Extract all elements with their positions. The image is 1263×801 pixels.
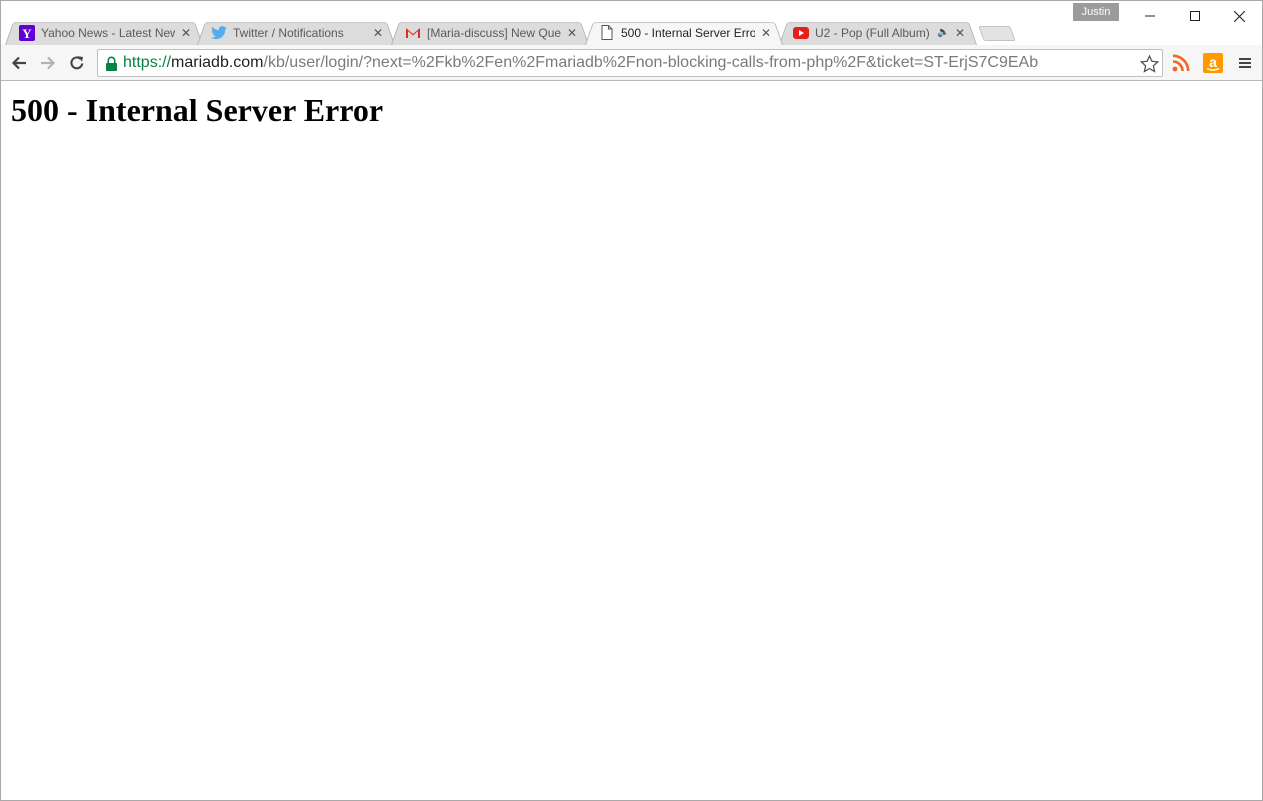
title-bar: Y Yahoo News - Latest News ✕ Twitter / N…	[1, 1, 1262, 45]
tab-title: 500 - Internal Server Error	[621, 25, 755, 40]
yahoo-icon: Y	[19, 24, 35, 41]
minimize-icon	[1144, 15, 1155, 17]
browser-toolbar: https://mariadb.com/kb/user/login/?next=…	[1, 45, 1262, 81]
bookmark-star-icon[interactable]	[1138, 53, 1160, 75]
browser-window: Y Yahoo News - Latest News ✕ Twitter / N…	[0, 0, 1263, 801]
gmail-icon	[405, 25, 421, 41]
url-text[interactable]: https://mariadb.com/kb/user/login/?next=…	[123, 54, 1038, 72]
svg-text:a: a	[1209, 54, 1217, 70]
page-content: 500 - Internal Server Error	[2, 82, 1261, 800]
lock-icon[interactable]	[105, 56, 119, 72]
tab-title: Yahoo News - Latest News	[41, 25, 175, 40]
url-path: /kb/user/login/?next=%2Fkb%2Fen%2Fmariad…	[263, 54, 1039, 71]
close-tab-icon[interactable]: ✕	[371, 26, 385, 40]
reload-button[interactable]	[65, 50, 89, 76]
close-tab-icon[interactable]: ✕	[953, 26, 967, 40]
rss-extension-icon[interactable]	[1170, 52, 1192, 74]
window-controls	[1127, 1, 1262, 31]
page-title: 500 - Internal Server Error	[11, 92, 384, 128]
tab-u2-pop[interactable]: U2 - Pop (Full Album) - 🔈 ✕	[779, 20, 977, 45]
tab-strip: Y Yahoo News - Latest News ✕ Twitter / N…	[5, 20, 1045, 45]
speaker-icon: 🔈	[937, 27, 950, 38]
svg-text:Y: Y	[22, 26, 32, 41]
tab-title: Twitter / Notifications	[233, 25, 344, 40]
menu-icon[interactable]	[1234, 52, 1256, 74]
tab-yahoo-news[interactable]: Y Yahoo News - Latest News ✕	[5, 20, 203, 45]
forward-arrow-icon	[41, 56, 56, 70]
profile-button[interactable]: Justin	[1073, 3, 1119, 21]
maximize-icon	[1189, 11, 1200, 21]
address-bar[interactable]: https://mariadb.com/kb/user/login/?next=…	[97, 49, 1163, 77]
amazon-extension-icon[interactable]: a	[1202, 52, 1224, 74]
close-icon	[1234, 10, 1245, 22]
youtube-icon	[793, 25, 809, 41]
page-icon	[599, 25, 615, 41]
reload-icon	[70, 56, 84, 70]
tab-title: U2 - Pop (Full Album) -	[815, 25, 933, 40]
close-window-button[interactable]	[1217, 1, 1262, 31]
tab-title: [Maria-discuss] New Ques	[427, 25, 561, 40]
new-tab-button[interactable]	[978, 26, 1016, 41]
twitter-icon	[211, 25, 227, 41]
tab-500-error[interactable]: 500 - Internal Server Error ✕	[585, 20, 783, 45]
url-host: mariadb.com	[171, 54, 264, 71]
tab-twitter-notifications[interactable]: Twitter / Notifications ✕	[197, 20, 395, 45]
maximize-button[interactable]	[1172, 1, 1217, 31]
close-tab-icon[interactable]: ✕	[565, 26, 579, 40]
tab-maria-discuss[interactable]: [Maria-discuss] New Ques ✕	[391, 20, 589, 45]
forward-button[interactable]	[36, 50, 60, 76]
back-arrow-icon	[11, 56, 26, 70]
back-button[interactable]	[7, 50, 31, 76]
minimize-button[interactable]	[1127, 1, 1172, 31]
url-scheme: https://	[123, 54, 172, 71]
close-tab-icon[interactable]: ✕	[179, 26, 193, 40]
close-tab-icon[interactable]: ✕	[759, 26, 773, 40]
